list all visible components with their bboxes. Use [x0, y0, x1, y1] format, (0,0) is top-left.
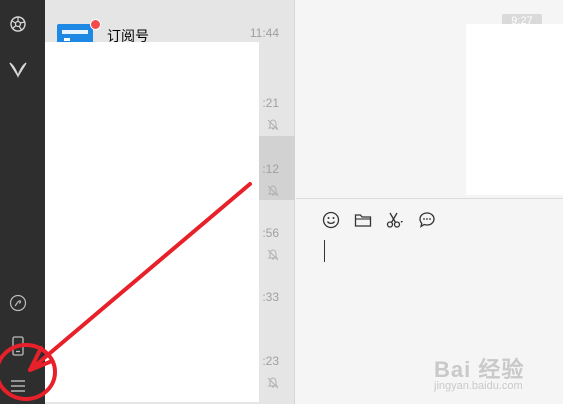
chat-time: 11:44 [249, 26, 279, 40]
phone-icon[interactable] [8, 336, 28, 356]
mute-icon [267, 116, 279, 135]
link-icon[interactable] [8, 293, 28, 313]
watermark-logo: Bai 经验 jingyan.baidu.com [434, 352, 559, 400]
message-area: 9:27 [296, 0, 563, 198]
wechat-window: 订阅号 11:44 :21 :12 :56 :33 :23 9:27 Bai 经… [0, 0, 563, 404]
text-input-caret[interactable] [324, 240, 325, 262]
mute-icon [267, 182, 279, 201]
chat-time: :12 [262, 162, 279, 176]
input-toolbar [320, 209, 438, 231]
chat-time: :21 [262, 96, 279, 110]
redaction-mask [466, 24, 563, 195]
mute-icon [267, 246, 279, 265]
mini-programs-icon[interactable] [8, 59, 28, 79]
redaction-mask [45, 42, 259, 402]
screenshot-icon[interactable] [384, 209, 406, 231]
folder-icon[interactable] [352, 209, 374, 231]
chat-time: :56 [262, 226, 279, 240]
watermark-url: jingyan.baidu.com [434, 380, 523, 392]
mute-icon [267, 374, 279, 393]
unread-dot [90, 19, 101, 30]
sidebar [0, 0, 45, 404]
chat-time: :33 [262, 290, 279, 304]
moments-icon[interactable] [8, 14, 28, 34]
chat-time: :23 [262, 354, 279, 368]
emoji-icon[interactable] [320, 209, 342, 231]
chat-history-icon[interactable] [416, 209, 438, 231]
divider [296, 198, 563, 199]
menu-icon[interactable] [8, 376, 28, 396]
chat-panel: 9:27 [296, 0, 563, 404]
